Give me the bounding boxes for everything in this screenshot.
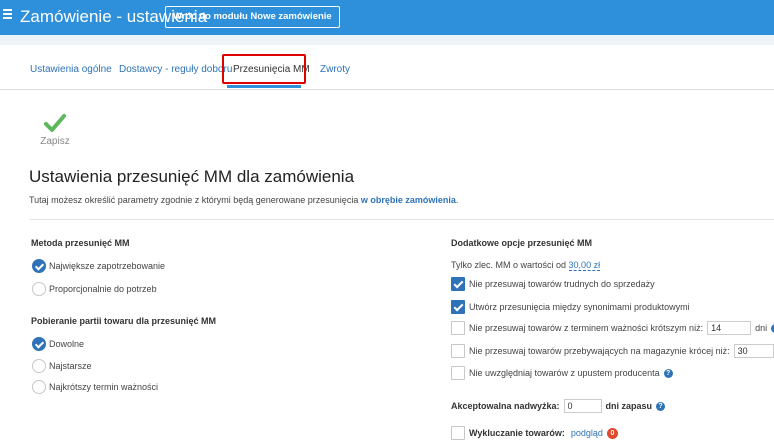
description-emphasis: w obrębie zamówienia (360, 195, 456, 205)
radio-unchecked[interactable] (32, 359, 46, 373)
radio-unchecked[interactable] (32, 380, 46, 394)
checkbox-unchecked[interactable] (451, 366, 465, 380)
method-option-proportional[interactable]: Proporcjonalnie do potrzeb (32, 281, 157, 297)
save-label: Zapisz (40, 136, 70, 147)
tab-general-settings[interactable]: Ustawienia ogólne (30, 64, 112, 75)
tab-bar: Ustawienia ogólne Dostawcy - reguły dobo… (0, 45, 774, 90)
stay-days-input[interactable] (733, 344, 774, 358)
radio-unchecked[interactable] (32, 282, 46, 296)
back-to-module-button[interactable]: Wróć do modułu Nowe zamówienie (165, 6, 340, 28)
help-icon[interactable]: ? (663, 368, 673, 378)
overstock-suffix: dni zapasu (605, 401, 653, 411)
top-bar: Zamówienie - ustawienia Wróć do modułu N… (0, 0, 774, 35)
active-tab-highlight (222, 54, 306, 84)
help-icon[interactable]: ? (656, 401, 666, 411)
batch-option-oldest[interactable]: Najstarsze (32, 358, 92, 374)
page-title: Ustawienia przesunięć MM dla zamówienia (29, 167, 355, 186)
radio-checked[interactable] (32, 337, 46, 351)
checkbox-unchecked[interactable] (451, 344, 465, 358)
page-description: Tutaj możesz określić parametry zgodnie … (29, 195, 459, 205)
divider (29, 219, 774, 220)
method-option-largest-demand[interactable]: Największe zapotrzebowanie (32, 258, 165, 274)
exclusion-label: Wykluczanie towarów: (469, 428, 565, 438)
option-producer-discount[interactable]: Nie uwzględniaj towarów z upustem produc… (451, 365, 673, 381)
checkbox-checked[interactable] (451, 300, 465, 314)
method-section-title: Metoda przesunięć MM (31, 238, 130, 248)
tab-returns[interactable]: Zwroty (320, 64, 350, 75)
min-value-link[interactable]: 30,00 zł (568, 260, 601, 271)
option-hard-to-sell[interactable]: Nie przesuwaj towarów trudnych do sprzed… (451, 276, 655, 292)
option-stay-shorter[interactable]: Nie przesuwaj towarów przebywających na … (451, 343, 774, 359)
batch-section-title: Pobieranie partii towaru dla przesunięć … (31, 316, 217, 326)
save-button[interactable]: Zapisz (38, 113, 72, 147)
expiry-days-input[interactable] (707, 321, 752, 335)
tab-suppliers-rules[interactable]: Dostawcy - reguły doboru (119, 64, 232, 75)
active-tab-indicator (227, 85, 301, 88)
header-band (0, 35, 774, 45)
checkbox-unchecked[interactable] (451, 321, 465, 335)
batch-option-shortest-expiry[interactable]: Najkrótszy termin ważności (32, 379, 158, 395)
check-icon (44, 114, 66, 132)
preview-link[interactable]: podgląd (571, 428, 603, 438)
option-expiry-shorter[interactable]: Nie przesuwaj towarów z terminem ważnośc… (451, 320, 774, 336)
exclusion-row: Wykluczanie towarów: podgląd 0 (451, 425, 618, 441)
radio-checked[interactable] (32, 259, 46, 273)
overstock-input[interactable] (563, 399, 602, 413)
checkbox-checked[interactable] (451, 277, 465, 291)
hamburger-menu-icon[interactable] (3, 9, 12, 19)
option-synonyms[interactable]: Utwórz przesunięcia między synonimami pr… (451, 299, 690, 315)
min-value-row: Tylko zlec. MM o wartości od 30,00 zł (451, 260, 601, 271)
overstock-row: Akceptowalna nadwyżka: dni zapasu ? (451, 398, 666, 414)
batch-option-any[interactable]: Dowolne (32, 336, 84, 352)
checkbox-unchecked[interactable] (451, 426, 465, 440)
overstock-label: Akceptowalna nadwyżka: (451, 401, 560, 411)
count-badge: 0 (606, 427, 618, 439)
extra-section-title: Dodatkowe opcje przesunięć MM (451, 238, 593, 248)
